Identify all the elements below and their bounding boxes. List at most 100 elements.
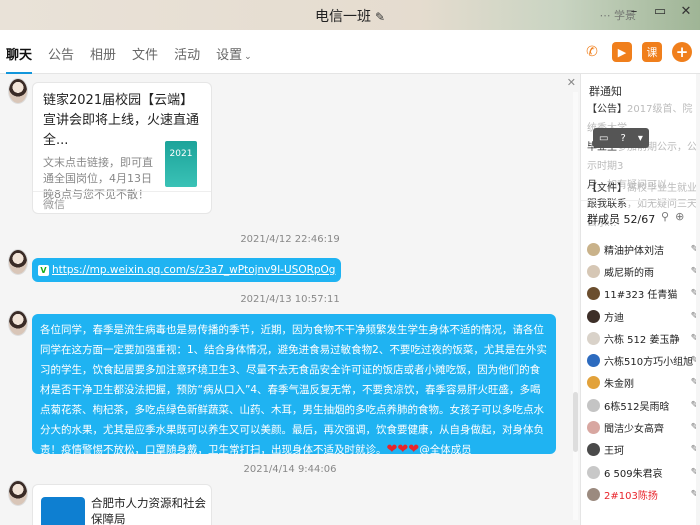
avatar[interactable]: [587, 287, 600, 301]
card-thumbnail: [41, 497, 85, 525]
tab-announcement[interactable]: 公告: [48, 44, 74, 74]
link-card[interactable]: 链家2021届校园【云端】宣讲会即将上线，火速直通全... 文末点击链接，即可直…: [32, 82, 212, 214]
card-source: 微信: [33, 191, 211, 213]
member-name: 6 509朱君哀: [604, 468, 663, 480]
close-icon[interactable]: ✕: [567, 76, 576, 89]
group-file[interactable]: 【文件】高校毕业生就业创业政...: [587, 179, 699, 194]
floating-toolbar[interactable]: ▭ ? ▾: [593, 128, 649, 148]
link-url[interactable]: https://mp.weixin.qq.com/s/z3a7_wPtojnv9…: [52, 264, 335, 276]
member-item[interactable]: 6栋512吴雨晗 ✎: [587, 394, 699, 416]
phone-icon[interactable]: ✆: [582, 42, 602, 62]
member-item[interactable]: 11#323 任青猫 ✎: [587, 283, 699, 305]
member-name: 6栋512吴雨晗: [604, 401, 670, 413]
chat-area[interactable]: ✕ 链家2021届校园【云端】宣讲会即将上线，火速直通全... 文末点击链接，即…: [0, 74, 580, 525]
notice-bubble[interactable]: 各位同学，春季是流生病毒也是易传播的季节，近期，因为食物不干净频繁发生学生身体不…: [32, 314, 556, 454]
tab-chat[interactable]: 聊天: [6, 44, 33, 74]
avatar[interactable]: [587, 421, 600, 435]
notice-line-prefix: 【公告】: [587, 104, 627, 115]
file-prefix: 【文件】: [587, 183, 627, 194]
member-item[interactable]: 精油护体刘洁 ✎: [587, 238, 699, 260]
maximize-icon[interactable]: ▭: [652, 4, 668, 19]
avatar[interactable]: [587, 376, 600, 390]
link-bubble[interactable]: V https://mp.weixin.qq.com/s/z3a7_wPtojn…: [32, 258, 342, 282]
member-item[interactable]: 朱金刚 ✎: [587, 372, 699, 394]
sidebar-scrollbar[interactable]: [696, 74, 700, 525]
window-title-text: 电信一班: [314, 9, 371, 25]
member-item[interactable]: 王珂 ✎: [587, 439, 699, 461]
member-item[interactable]: 2#103陈扬 ✎: [587, 483, 699, 505]
avatar[interactable]: [587, 443, 600, 457]
toolbar: ✆ ▶ 课 +: [582, 42, 692, 62]
tab-settings-label: 设置: [216, 48, 243, 63]
avatar[interactable]: [8, 480, 28, 506]
avatar[interactable]: [8, 310, 28, 336]
member-item[interactable]: 六栋510方巧小组旭 ✎: [587, 349, 699, 371]
avatar[interactable]: [587, 398, 600, 412]
member-name: 方迪: [604, 312, 624, 324]
member-name: 六栋510方巧小组旭: [604, 357, 694, 369]
avatar[interactable]: [587, 354, 600, 368]
window-controls: – ▭ ✕: [626, 4, 694, 19]
file-name: 高校毕业生就业创业政...: [627, 183, 699, 194]
timestamp: 2021/4/12 22:46:19: [240, 234, 340, 245]
help-icon[interactable]: ?: [621, 133, 626, 144]
notice-title: 群通知: [589, 85, 622, 98]
avatar[interactable]: [587, 264, 600, 278]
member-name: 11#323 任青猫: [604, 290, 678, 302]
add-member-icon[interactable]: ⊕: [675, 210, 684, 223]
member-item[interactable]: 聞洁少女高齊 ✎: [587, 416, 699, 438]
tab-bar: 聊天 公告 相册 文件 活动 设置 ⌄ ✆ ▶ 课 +: [0, 30, 700, 74]
members-actions: ⚲ ⊕: [661, 210, 684, 223]
app-window: 电信一班 ✎ ⋯ 学景 – ▭ ✕ 聊天 公告 相册 文件 活动 设置 ⌄ ✆ ▶ …: [0, 0, 700, 525]
wechat-icon: V: [38, 264, 49, 276]
member-name: 精油护体刘洁: [604, 245, 664, 257]
tab-activity[interactable]: 活动: [174, 44, 200, 74]
member-item[interactable]: 六栋 512 姜玉静 ✎: [587, 327, 699, 349]
add-button[interactable]: +: [672, 42, 692, 62]
title-bar: 电信一班 ✎ ⋯ 学景 – ▭ ✕: [0, 0, 700, 30]
chevron-down-icon: ⌄: [244, 52, 252, 62]
card-title: 合肥市人力资源和社会保障局: [91, 496, 206, 525]
member-item[interactable]: 6 509朱君哀 ✎: [587, 461, 699, 483]
notice-text: 各位同学，春季是流生病毒也是易传播的季节，近期，因为食物不干净频繁发生学生身体不…: [40, 324, 547, 454]
avatar[interactable]: [587, 242, 600, 256]
avatar[interactable]: [587, 309, 600, 323]
member-name: 朱金刚: [604, 379, 634, 391]
window-icon[interactable]: ▭: [599, 133, 608, 144]
video-icon[interactable]: ▶: [612, 42, 632, 62]
class-app-button[interactable]: 课: [642, 42, 662, 62]
member-name: 威尼斯的雨: [604, 267, 654, 279]
heart-emoji: ❤❤❤: [386, 442, 420, 454]
members-title: 群成员 52/67: [587, 213, 656, 226]
tab-files[interactable]: 文件: [132, 44, 158, 74]
member-list: 精油护体刘洁 ✎ 威尼斯的雨 ✎ 11#323 任青猫 ✎ 方迪 ✎ 六栋 512 姜玉静 ✎ 六栋…: [587, 238, 699, 506]
avatar[interactable]: [8, 249, 28, 275]
avatar[interactable]: [8, 78, 28, 104]
minimize-icon[interactable]: –: [626, 4, 642, 19]
member-name: 六栋 512 姜玉静: [604, 334, 680, 346]
chevron-down-icon[interactable]: ▾: [638, 133, 643, 144]
divider: [581, 200, 700, 201]
tab-settings[interactable]: 设置 ⌄: [216, 44, 252, 74]
member-item[interactable]: 方迪 ✎: [587, 305, 699, 327]
edit-icon[interactable]: ✎: [375, 10, 385, 24]
window-title: 电信一班 ✎: [0, 6, 700, 26]
group-sidebar: 群通知 【公告】2017级首、院统秀大学 毕业生参加前期公示，公示时期3 月，如…: [580, 74, 700, 525]
scrollbar-thumb[interactable]: [573, 392, 578, 452]
close-icon[interactable]: ✕: [678, 4, 694, 19]
thumbnail-text: 2021: [169, 149, 193, 159]
member-name: 聞洁少女高齊: [604, 424, 664, 436]
member-item[interactable]: 威尼斯的雨 ✎: [587, 260, 699, 282]
tab-album[interactable]: 相册: [90, 44, 116, 74]
avatar[interactable]: [587, 331, 600, 345]
chat-scrollbar[interactable]: [573, 92, 578, 520]
member-name: 2#103陈扬: [604, 490, 658, 502]
avatar[interactable]: [587, 487, 600, 501]
tabs: 聊天 公告 相册 文件 活动 设置 ⌄: [6, 44, 252, 74]
mention-all[interactable]: @全体成员: [419, 444, 472, 454]
search-icon[interactable]: ⚲: [661, 210, 669, 223]
link-card[interactable]: 合肥市人力资源和社会保障局: [32, 484, 212, 525]
timestamp: 2021/4/14 9:44:06: [243, 464, 337, 475]
avatar[interactable]: [587, 465, 600, 479]
card-thumbnail: 2021: [165, 141, 197, 187]
